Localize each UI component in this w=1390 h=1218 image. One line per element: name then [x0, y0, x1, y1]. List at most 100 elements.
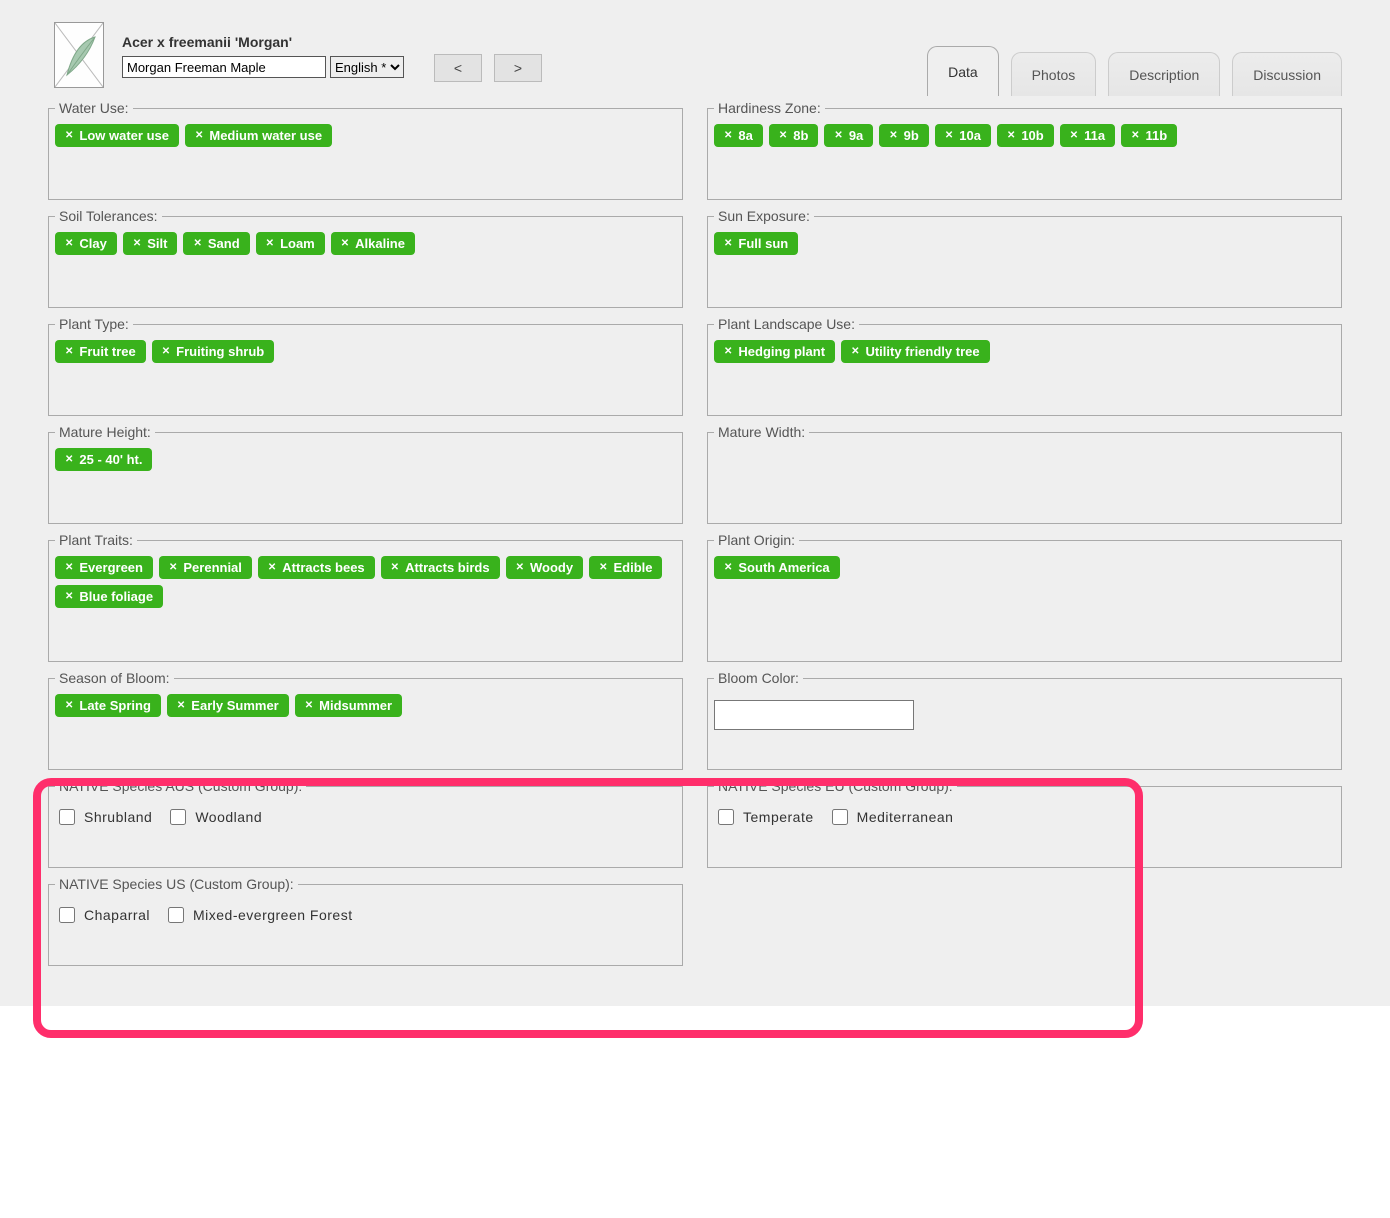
remove-icon[interactable]: ✕: [1131, 130, 1139, 141]
checkbox-label: Woodland: [195, 809, 262, 825]
tag-item[interactable]: ✕Evergreen: [55, 556, 153, 579]
remove-icon[interactable]: ✕: [724, 130, 732, 141]
tag-label: 25 - 40' ht.: [79, 452, 142, 467]
remove-icon[interactable]: ✕: [268, 562, 276, 573]
checkbox-input[interactable]: [59, 907, 75, 923]
tag-item[interactable]: ✕Attracts bees: [258, 556, 375, 579]
checkbox-item[interactable]: Shrubland: [55, 806, 152, 828]
remove-icon[interactable]: ✕: [341, 238, 349, 249]
tag-item[interactable]: ✕Low water use: [55, 124, 179, 147]
remove-icon[interactable]: ✕: [65, 562, 73, 573]
tag-item[interactable]: ✕Blue foliage: [55, 585, 163, 608]
remove-icon[interactable]: ✕: [65, 130, 73, 141]
tab-description[interactable]: Description: [1108, 52, 1220, 96]
remove-icon[interactable]: ✕: [889, 130, 897, 141]
tag-label: Fruit tree: [79, 344, 135, 359]
group-plant-origin: Plant Origin: ✕South America: [707, 532, 1342, 662]
tab-data[interactable]: Data: [927, 46, 999, 96]
tag-item[interactable]: ✕Medium water use: [185, 124, 332, 147]
tag-label: Silt: [147, 236, 167, 251]
remove-icon[interactable]: ✕: [945, 130, 953, 141]
remove-icon[interactable]: ✕: [65, 238, 73, 249]
tag-item[interactable]: ✕8b: [769, 124, 819, 147]
remove-icon[interactable]: ✕: [162, 346, 170, 357]
group-native-eu: NATIVE Species EU (Custom Group): Temper…: [707, 778, 1342, 868]
remove-icon[interactable]: ✕: [851, 346, 859, 357]
tag-item[interactable]: ✕9b: [879, 124, 929, 147]
tag-item[interactable]: ✕Midsummer: [295, 694, 402, 717]
remove-icon[interactable]: ✕: [305, 700, 313, 711]
remove-icon[interactable]: ✕: [779, 130, 787, 141]
tag-item[interactable]: ✕10b: [997, 124, 1054, 147]
checkbox-input[interactable]: [718, 809, 734, 825]
tag-item[interactable]: ✕Clay: [55, 232, 117, 255]
remove-icon[interactable]: ✕: [65, 454, 73, 465]
checkbox-input[interactable]: [168, 907, 184, 923]
tabs: Data Photos Description Discussion: [927, 46, 1342, 96]
checkbox-label: Temperate: [743, 809, 814, 825]
tag-item[interactable]: ✕ Woody: [506, 556, 583, 579]
remove-icon[interactable]: ✕: [599, 562, 607, 573]
prev-button[interactable]: <: [434, 54, 482, 82]
tag-item[interactable]: ✕Edible: [589, 556, 662, 579]
remove-icon[interactable]: ✕: [266, 238, 274, 249]
tag-item[interactable]: ✕Loam: [256, 232, 325, 255]
checkbox-item[interactable]: Woodland: [166, 806, 262, 828]
tag-item[interactable]: ✕ Fruit tree: [55, 340, 146, 363]
remove-icon[interactable]: ✕: [724, 562, 732, 573]
tag-item[interactable]: ✕Attracts birds: [381, 556, 500, 579]
tag-item[interactable]: ✕Full sun: [714, 232, 798, 255]
tab-discussion[interactable]: Discussion: [1232, 52, 1342, 96]
checkbox-input[interactable]: [170, 809, 186, 825]
tag-item[interactable]: ✕11a: [1060, 124, 1115, 147]
checkbox-input[interactable]: [832, 809, 848, 825]
checkbox-item[interactable]: Mediterranean: [828, 806, 954, 828]
tag-item[interactable]: ✕8a: [714, 124, 763, 147]
remove-icon[interactable]: ✕: [1070, 130, 1078, 141]
language-select[interactable]: English *: [330, 56, 404, 78]
tag-item[interactable]: ✕10a: [935, 124, 991, 147]
remove-icon[interactable]: ✕: [195, 130, 203, 141]
remove-icon[interactable]: ✕: [177, 700, 185, 711]
remove-icon[interactable]: ✕: [1007, 130, 1015, 141]
remove-icon[interactable]: ✕: [724, 346, 732, 357]
checkbox-item[interactable]: Chaparral: [55, 904, 150, 926]
tag-item[interactable]: ✕ 25 - 40' ht.: [55, 448, 152, 471]
tag-item[interactable]: ✕Early Summer: [167, 694, 289, 717]
tag-item[interactable]: ✕ Silt: [123, 232, 178, 255]
checkbox-input[interactable]: [59, 809, 75, 825]
tag-item[interactable]: ✕ Sand: [183, 232, 249, 255]
tag-item[interactable]: ✕Hedging plant: [714, 340, 835, 363]
common-name-input[interactable]: [122, 56, 326, 78]
remove-icon[interactable]: ✕: [391, 562, 399, 573]
header: Acer x freemanii 'Morgan' English * < > …: [48, 0, 1342, 96]
remove-icon[interactable]: ✕: [65, 346, 73, 357]
tab-photos[interactable]: Photos: [1011, 52, 1097, 96]
tag-item[interactable]: ✕Late Spring: [55, 694, 161, 717]
remove-icon[interactable]: ✕: [133, 238, 141, 249]
remove-icon[interactable]: ✕: [834, 130, 842, 141]
remove-icon[interactable]: ✕: [724, 238, 732, 249]
remove-icon[interactable]: ✕: [65, 700, 73, 711]
tag-label: 9a: [849, 128, 863, 143]
tag-item[interactable]: ✕Perennial: [159, 556, 252, 579]
page-container: Acer x freemanii 'Morgan' English * < > …: [0, 0, 1390, 1006]
checkbox-item[interactable]: Mixed-evergreen Forest: [164, 904, 353, 926]
remove-icon[interactable]: ✕: [193, 238, 201, 249]
remove-icon[interactable]: ✕: [169, 562, 177, 573]
tag-item[interactable]: ✕Utility friendly tree: [841, 340, 990, 363]
next-button[interactable]: >: [494, 54, 542, 82]
remove-icon[interactable]: ✕: [516, 562, 524, 573]
tag-item[interactable]: ✕11b: [1121, 124, 1177, 147]
tag-item[interactable]: ✕Fruiting shrub: [152, 340, 275, 363]
tag-item[interactable]: ✕South America: [714, 556, 840, 579]
tag-label: Sand: [208, 236, 240, 251]
tag-item[interactable]: ✕ 9a: [824, 124, 873, 147]
checkbox-item[interactable]: Temperate: [714, 806, 814, 828]
group-soil-tolerances: Soil Tolerances: ✕Clay✕Silt✕Sand✕Loam✕Al…: [48, 208, 683, 308]
tag-item[interactable]: ✕Alkaline: [331, 232, 415, 255]
group-native-us: NATIVE Species US (Custom Group): Chapar…: [48, 876, 683, 966]
tag-label: Woody: [530, 560, 573, 575]
remove-icon[interactable]: ✕: [65, 591, 73, 602]
bloom-color-input[interactable]: [714, 700, 914, 730]
